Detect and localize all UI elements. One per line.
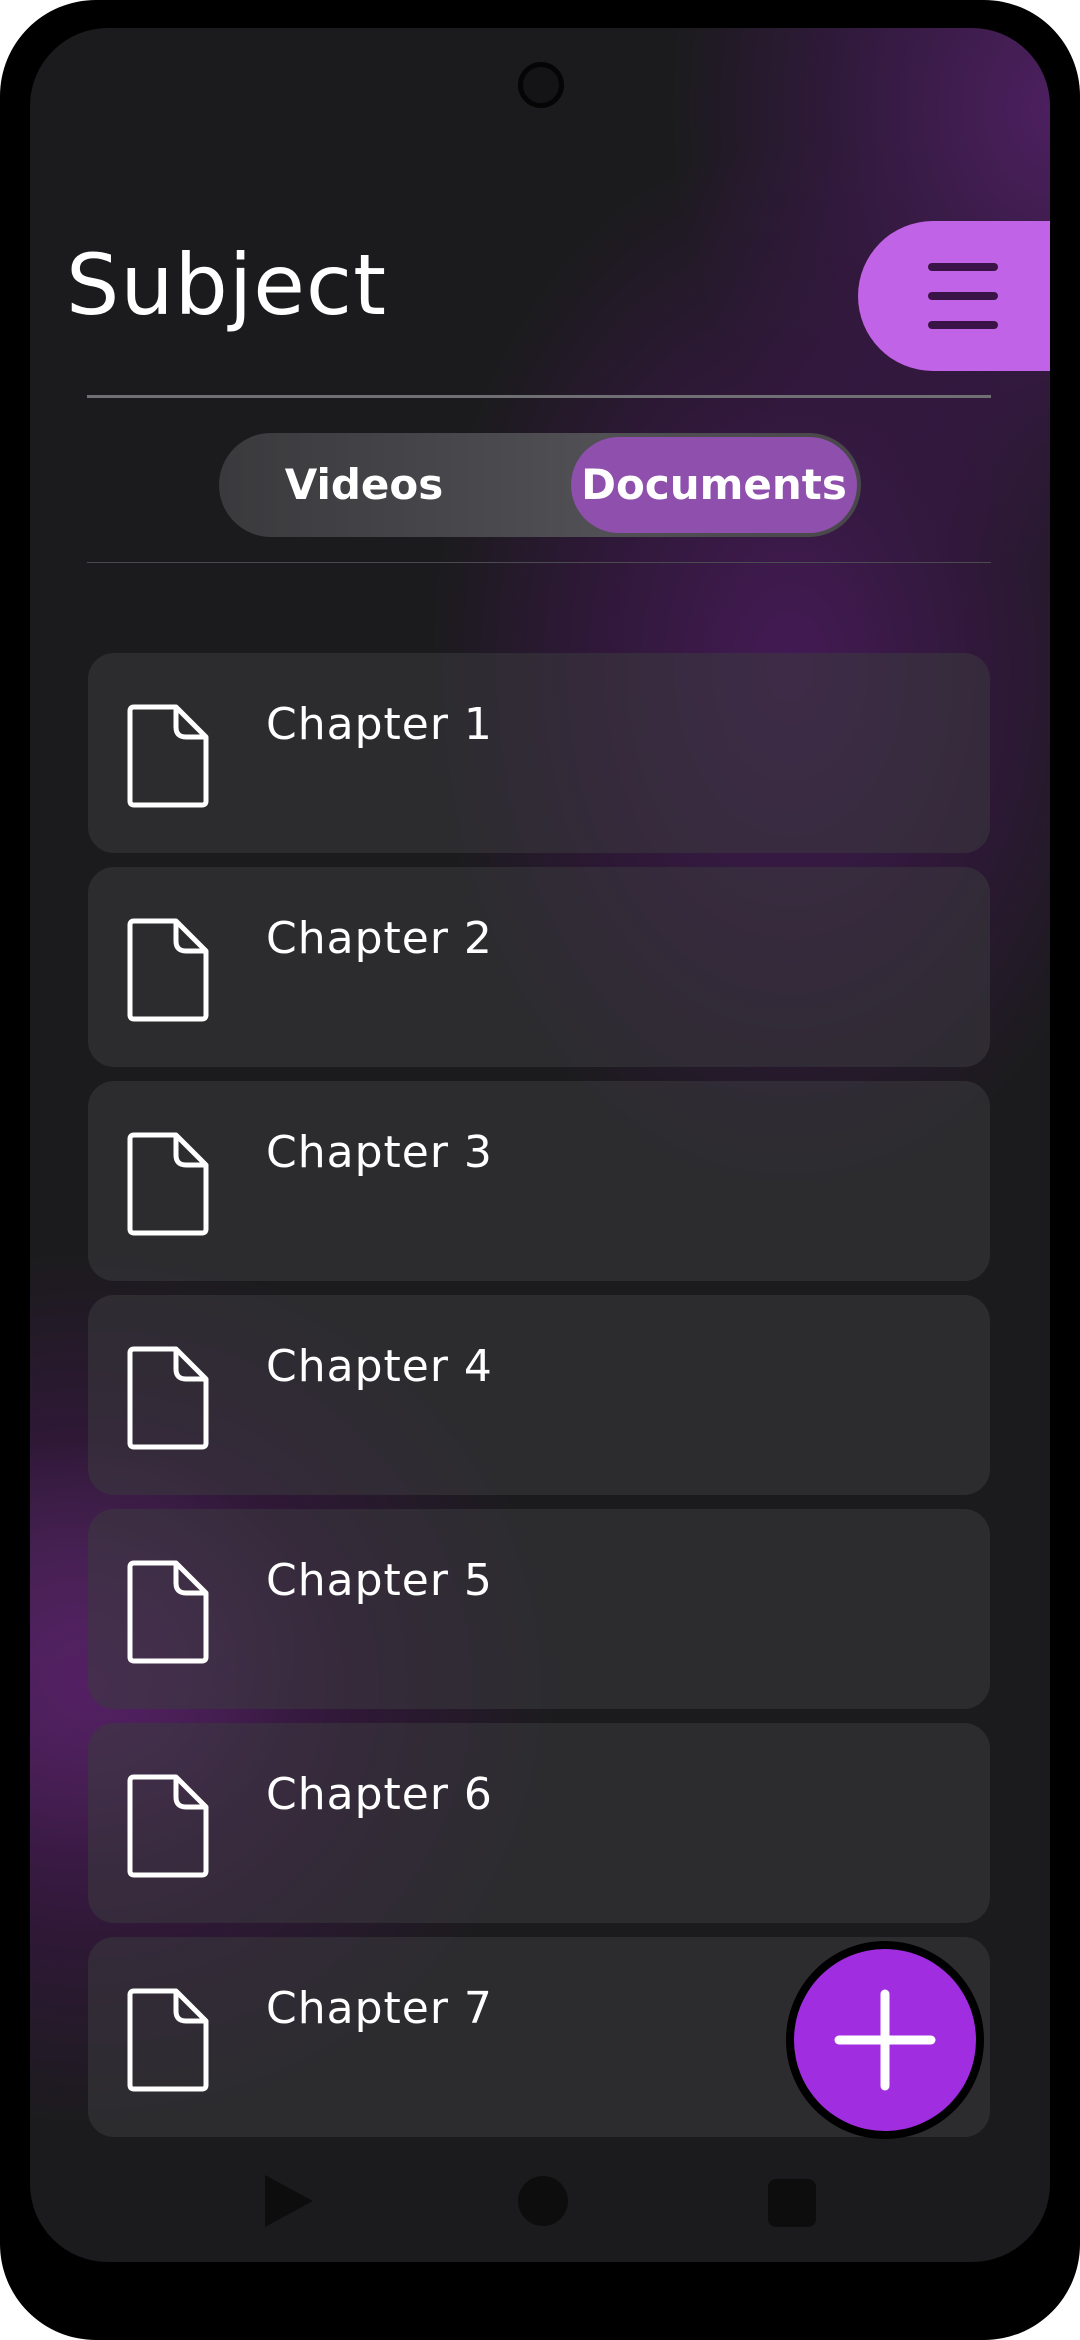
phone-frame: Subject Videos Documents Chapter 1 Chapt… [0, 0, 1080, 2340]
chapter-label: Chapter 1 [266, 699, 493, 750]
tab-documents[interactable]: Documents [571, 437, 857, 533]
document-icon [127, 1346, 209, 1450]
tabs-divider [87, 562, 991, 563]
document-icon [127, 704, 209, 808]
list-item-chapter-5[interactable]: Chapter 5 [88, 1509, 990, 1709]
document-icon [127, 1988, 209, 2092]
document-icon [127, 1132, 209, 1236]
tab-videos[interactable]: Videos [249, 433, 479, 537]
back-triangle-icon[interactable] [265, 2175, 313, 2227]
recents-square-icon[interactable] [768, 2179, 816, 2227]
chapter-label: Chapter 4 [266, 1341, 493, 1392]
add-button[interactable] [786, 1941, 984, 2139]
tab-switcher: Videos Documents [219, 433, 861, 537]
menu-button[interactable] [858, 221, 1050, 371]
chapter-label: Chapter 7 [266, 1983, 493, 2034]
app-screen: Subject Videos Documents Chapter 1 Chapt… [30, 28, 1050, 2262]
document-icon [127, 1560, 209, 1664]
chapter-label: Chapter 6 [266, 1769, 493, 1820]
chapter-label: Chapter 3 [266, 1127, 493, 1178]
list-item-chapter-2[interactable]: Chapter 2 [88, 867, 990, 1067]
list-item-chapter-3[interactable]: Chapter 3 [88, 1081, 990, 1281]
plus-icon [834, 1989, 936, 2091]
page-title: Subject [66, 236, 388, 334]
document-icon [127, 1774, 209, 1878]
chapter-label: Chapter 5 [266, 1555, 493, 1606]
home-circle-icon[interactable] [518, 2176, 568, 2226]
chapter-label: Chapter 2 [266, 913, 493, 964]
list-item-chapter-1[interactable]: Chapter 1 [88, 653, 990, 853]
document-icon [127, 918, 209, 1022]
add-button-fill [794, 1949, 976, 2131]
header-divider [87, 395, 991, 398]
list-item-chapter-4[interactable]: Chapter 4 [88, 1295, 990, 1495]
list-item-chapter-6[interactable]: Chapter 6 [88, 1723, 990, 1923]
front-camera [518, 62, 564, 108]
